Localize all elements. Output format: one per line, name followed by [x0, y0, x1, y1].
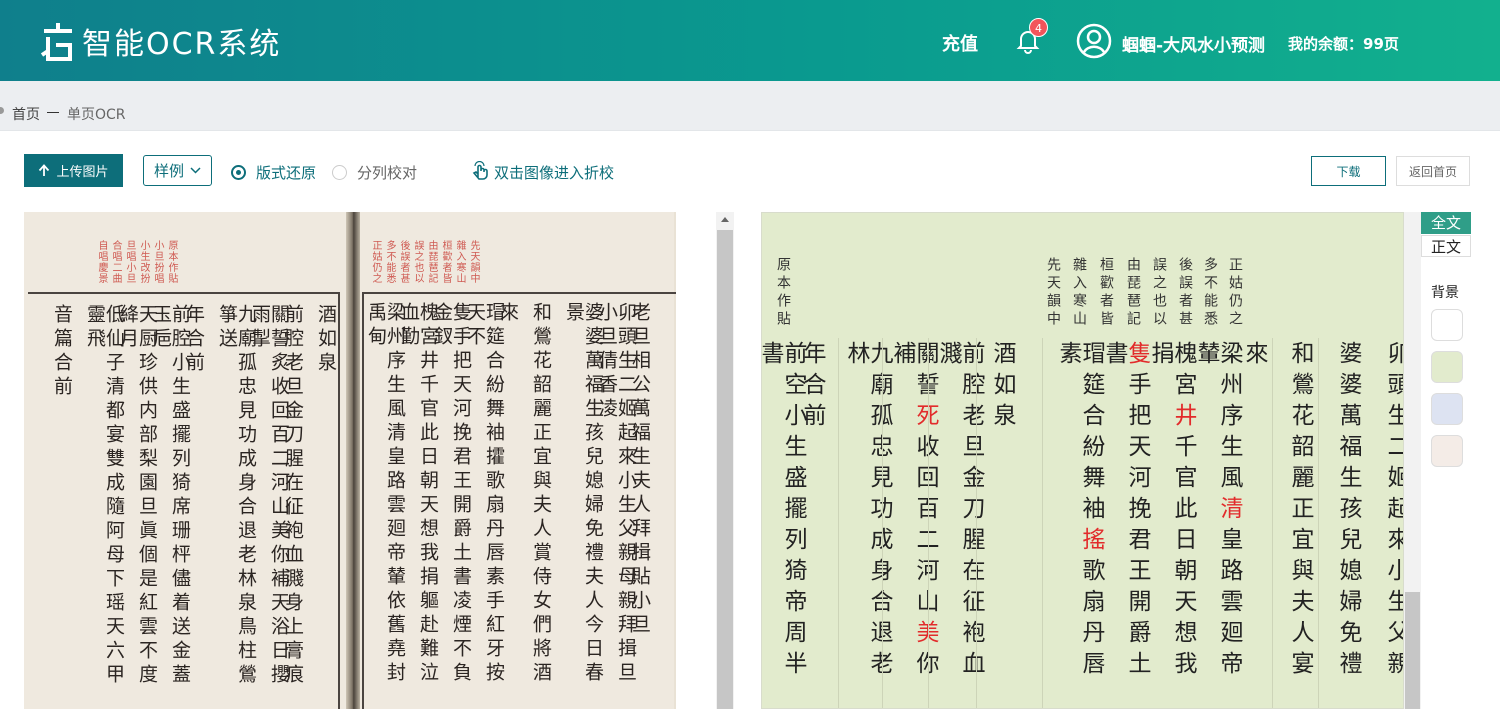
column-divider [976, 338, 977, 708]
scan-note: 旦唱小旦 [124, 240, 135, 284]
app-header: 智能OCR系统 充值 4 蝈蝈-大风水小预测 我的余额：99页 [0, 0, 1500, 81]
scan-note: 多不能悉 [384, 240, 395, 284]
scan-edge [676, 212, 716, 709]
ocr-note-column[interactable]: 桓歡者皆 [1098, 257, 1114, 329]
scan-text-column: 來 [497, 302, 519, 326]
ocr-result-panel[interactable]: 原本作貼 先天韻中 雜入寒山 桓歡者皆 由琵琶記 誤之也以 後誤者甚 多不能悉 正姑仍之前空小生… [761, 212, 1404, 709]
scan-text-column: 和鶯花韶麗正宜與夫人賞侍女們將酒 [530, 302, 552, 686]
ocr-note-column[interactable]: 雜入寒山 [1071, 257, 1087, 329]
scan-note: 雜入寒山 [454, 240, 465, 284]
mode-columns-radio[interactable] [332, 165, 347, 180]
breadcrumb-current: 单页OCR [67, 107, 126, 123]
scan-text-column: 音篇合前 [51, 304, 73, 400]
ocr-text-column[interactable]: 前空小生盛擺列猗帝周半書 [762, 341, 806, 708]
column-divider [838, 338, 839, 708]
background-label: 背景 [1431, 285, 1459, 301]
scan-note: 由琵琶記 [426, 240, 437, 284]
scan-text-column: 酒如泉 [315, 304, 337, 376]
ocr-scroll-thumb[interactable] [1405, 592, 1420, 709]
tab-full-text[interactable]: 全文 [1421, 212, 1471, 234]
scan-image-panel[interactable]: 原本作貼 小旦扮唱 小生改扮 旦唱小旦 合唱二曲 自唱慶景 酒如泉 前腔老旦金刀腥在征袍血濺身… [24, 212, 716, 709]
ocr-scrollbar[interactable] [1404, 212, 1421, 709]
app-title: 智能OCR系统 [82, 27, 282, 62]
mode-layout-label[interactable]: 版式还原 [256, 162, 316, 183]
scan-text-column: 老旦相公萬福生夫人拜揖貼小旦 [629, 302, 651, 638]
column-divider [1272, 338, 1273, 708]
scan-note: 小生改扮 [138, 240, 149, 284]
scan-note: 正姑仍之 [370, 240, 381, 284]
logo-icon [40, 23, 72, 61]
scan-note: 後誤者甚 [398, 240, 409, 284]
ocr-text-column[interactable]: 年合前 [799, 341, 825, 434]
breadcrumb-separator [47, 112, 59, 113]
background-swatch[interactable] [1431, 309, 1463, 341]
upload-label: 上传图片 [56, 164, 109, 179]
ocr-note-column[interactable]: 由琵琶記 [1125, 257, 1141, 329]
ocr-note-column[interactable]: 後誤者甚 [1177, 257, 1193, 329]
ocr-note-column[interactable]: 原本作貼 [775, 257, 791, 329]
download-button[interactable]: 下载 [1311, 156, 1386, 186]
scan-scrollbar[interactable] [716, 212, 734, 709]
ocr-text-column[interactable]: 來 [1241, 341, 1267, 372]
breadcrumb-home[interactable]: 首页 [12, 104, 40, 124]
ocr-text-column[interactable]: 婆婆萬福生孩兒媳婦免禮 [1335, 341, 1361, 682]
scan-note: 合唱二曲 [110, 240, 121, 284]
sample-label: 样例 [153, 163, 184, 180]
column-divider [882, 338, 883, 708]
arrow-up-icon [39, 164, 50, 176]
ocr-note-column[interactable]: 正姑仍之 [1227, 257, 1243, 329]
ocr-text-column[interactable]: 卯頭生二姬起來小生父親 [1383, 341, 1403, 682]
ocr-text-column[interactable]: 酒如泉 [989, 341, 1015, 434]
user-avatar-icon[interactable] [1076, 23, 1112, 59]
fold-proof-link[interactable]: 双击图像进入折校 [494, 162, 614, 183]
scan-note: 誤之也以 [412, 240, 423, 284]
background-swatch[interactable] [1431, 393, 1463, 425]
mode-columns-label[interactable]: 分列校对 [357, 162, 417, 183]
tab-body-text[interactable]: 正文 [1421, 235, 1471, 257]
column-divider [928, 338, 929, 708]
scan-text-column: 九廟孤忠見功成身合退老林泉鳥柱鶯箏送 [216, 304, 257, 688]
ocr-text-column[interactable]: 關誓死收回百二河山美你補 [889, 341, 938, 708]
notification-badge: 4 [1029, 18, 1048, 37]
chevron-down-icon [190, 167, 201, 174]
scan-scroll-thumb[interactable] [717, 230, 733, 709]
ocr-text-column[interactable]: 九廟孤忠見功成身合退老林 [843, 341, 892, 708]
ocr-note-column[interactable]: 誤之也以 [1151, 257, 1167, 329]
ocr-note-column[interactable]: 多不能悉 [1202, 257, 1218, 329]
background-swatch[interactable] [1431, 351, 1463, 383]
return-home-button[interactable]: 返回首页 [1396, 156, 1470, 186]
column-divider [1318, 338, 1319, 708]
mode-layout-radio[interactable] [231, 165, 246, 180]
ocr-note-column[interactable]: 先天韻中 [1045, 257, 1061, 329]
column-divider [1042, 338, 1043, 708]
scan-text-column: 低仙子清都宴雙成隨阿母下瑶天六甲靈飛 [84, 304, 125, 688]
ocr-text-column[interactable]: 和鶯花韶麗正宜與夫人宴 [1287, 341, 1313, 682]
scan-note: 小旦扮唱 [152, 240, 163, 284]
ocr-text-column[interactable]: 梁州序生風清皇路雲廻帝輦 [1193, 341, 1242, 708]
username[interactable]: 蝈蝈-大风水小预测 [1122, 31, 1265, 56]
balance-text: 我的余额：99页 [1288, 35, 1399, 53]
scan-note: 先天韻中 [468, 240, 479, 284]
app-logo[interactable]: 智能OCR系统 [40, 18, 281, 64]
sample-dropdown[interactable]: 样例 [143, 155, 212, 186]
upload-image-button[interactable]: 上传图片 [24, 154, 123, 187]
ocr-text-column[interactable]: 隻手把天河挽君王開爵土書 [1101, 341, 1150, 708]
scan-note: 原本作貼 [166, 240, 177, 284]
recharge-link[interactable]: 充值 [942, 30, 978, 56]
scan-note: 桓歡者皆 [440, 240, 451, 284]
ocr-text-column[interactable]: 瑁筵合紛舞袖搖歌扇丹唇素 [1055, 341, 1104, 708]
hand-pointer-icon[interactable] [472, 161, 489, 180]
breadcrumb [0, 81, 1500, 131]
book-gutter [346, 212, 360, 709]
scan-note: 自唱慶景 [96, 240, 107, 284]
scan-text-column: 瑁筵合紛舞袖攉歌扇丹唇素手紅牙按天不 [464, 302, 505, 686]
background-swatch[interactable] [1431, 435, 1463, 467]
scroll-up-icon[interactable] [721, 217, 729, 222]
ocr-text-column[interactable]: 槐宮井千官此日朝天想我捐 [1147, 341, 1196, 708]
